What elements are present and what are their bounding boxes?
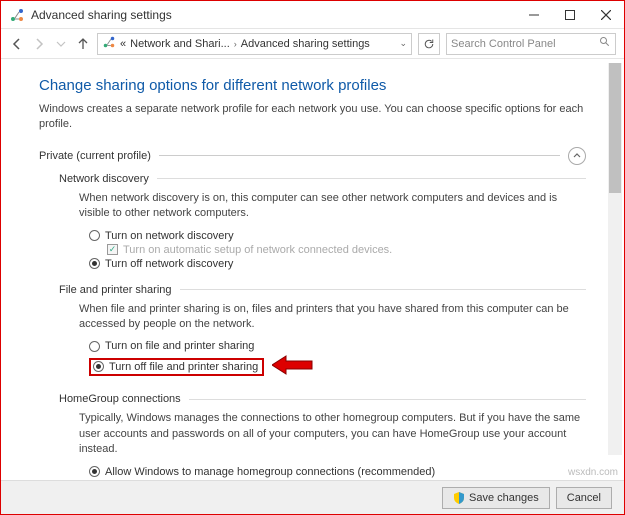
forward-button[interactable] bbox=[31, 36, 47, 52]
radio-label: Turn off file and printer sharing bbox=[109, 361, 258, 373]
breadcrumb-prefix: « bbox=[120, 38, 126, 50]
shield-icon bbox=[453, 492, 465, 504]
page-description: Windows creates a separate network profi… bbox=[39, 102, 586, 133]
radio-icon bbox=[89, 230, 100, 241]
divider bbox=[189, 399, 586, 400]
homegroup-description: Typically, Windows manages the connectio… bbox=[79, 411, 586, 457]
highlight-box: Turn off file and printer sharing bbox=[89, 358, 264, 376]
file-sharing-description: When file and printer sharing is on, fil… bbox=[79, 302, 586, 333]
divider bbox=[180, 289, 586, 290]
radio-homegroup-allow[interactable]: Allow Windows to manage homegroup connec… bbox=[89, 466, 586, 478]
breadcrumb-item[interactable]: Advanced sharing settings bbox=[241, 38, 370, 50]
radio-icon bbox=[89, 466, 100, 477]
checkbox-label: Turn on automatic setup of network conne… bbox=[123, 244, 392, 256]
radio-icon bbox=[89, 258, 100, 269]
homegroup-header: HomeGroup connections bbox=[59, 393, 586, 405]
chevron-down-icon[interactable]: ⌄ bbox=[399, 38, 407, 49]
network-discovery-description: When network discovery is on, this compu… bbox=[79, 191, 586, 222]
divider bbox=[159, 155, 560, 156]
breadcrumb[interactable]: « Network and Shari... › Advanced sharin… bbox=[97, 33, 412, 55]
cancel-button[interactable]: Cancel bbox=[556, 487, 612, 509]
back-button[interactable] bbox=[9, 36, 25, 52]
radio-icon bbox=[93, 361, 104, 372]
radio-file-sharing-off[interactable]: Turn off file and printer sharing bbox=[93, 361, 258, 373]
refresh-button[interactable] bbox=[418, 33, 440, 55]
subsection-label: HomeGroup connections bbox=[59, 393, 181, 405]
maximize-button[interactable] bbox=[552, 1, 588, 29]
network-discovery-header: Network discovery bbox=[59, 173, 586, 185]
save-button[interactable]: Save changes bbox=[442, 487, 550, 509]
page-title: Change sharing options for different net… bbox=[39, 77, 586, 94]
divider bbox=[157, 178, 586, 179]
button-label: Save changes bbox=[469, 492, 539, 504]
subsection-label: Network discovery bbox=[59, 173, 149, 185]
search-placeholder: Search Control Panel bbox=[451, 38, 556, 50]
recent-dropdown-icon[interactable] bbox=[53, 36, 69, 52]
checkbox-icon: ✓ bbox=[107, 244, 118, 255]
subsection-label: File and printer sharing bbox=[59, 284, 172, 296]
radio-icon bbox=[89, 341, 100, 352]
close-button[interactable] bbox=[588, 1, 624, 29]
checkbox-auto-setup[interactable]: ✓ Turn on automatic setup of network con… bbox=[107, 244, 586, 256]
search-icon bbox=[599, 36, 611, 51]
search-input[interactable]: Search Control Panel bbox=[446, 33, 616, 55]
vertical-scrollbar[interactable] bbox=[608, 63, 622, 455]
footer-bar: Save changes Cancel bbox=[1, 480, 624, 514]
up-button[interactable] bbox=[75, 36, 91, 52]
radio-label: Allow Windows to manage homegroup connec… bbox=[105, 466, 435, 478]
watermark: wsxdn.com bbox=[568, 467, 618, 478]
collapse-button[interactable] bbox=[568, 147, 586, 165]
profile-section-header: Private (current profile) bbox=[39, 147, 586, 165]
radio-label: Turn on file and printer sharing bbox=[105, 340, 254, 352]
network-icon bbox=[9, 7, 25, 23]
navigation-bar: « Network and Shari... › Advanced sharin… bbox=[1, 29, 624, 59]
callout-arrow-icon bbox=[272, 354, 314, 379]
radio-file-sharing-on[interactable]: Turn on file and printer sharing bbox=[89, 340, 586, 352]
chevron-right-icon: › bbox=[234, 39, 237, 49]
window-title: Advanced sharing settings bbox=[31, 8, 516, 22]
title-bar: Advanced sharing settings bbox=[1, 1, 624, 29]
radio-label: Turn off network discovery bbox=[105, 258, 233, 270]
radio-network-discovery-off[interactable]: Turn off network discovery bbox=[89, 258, 586, 270]
scrollbar-thumb[interactable] bbox=[609, 63, 621, 193]
radio-network-discovery-on[interactable]: Turn on network discovery bbox=[89, 230, 586, 242]
breadcrumb-item[interactable]: Network and Shari... bbox=[130, 38, 230, 50]
network-icon bbox=[102, 35, 116, 52]
button-label: Cancel bbox=[567, 492, 601, 504]
radio-label: Turn on network discovery bbox=[105, 230, 234, 242]
content-area: Change sharing options for different net… bbox=[1, 59, 624, 480]
file-sharing-header: File and printer sharing bbox=[59, 284, 586, 296]
profile-label: Private (current profile) bbox=[39, 150, 151, 162]
minimize-button[interactable] bbox=[516, 1, 552, 29]
